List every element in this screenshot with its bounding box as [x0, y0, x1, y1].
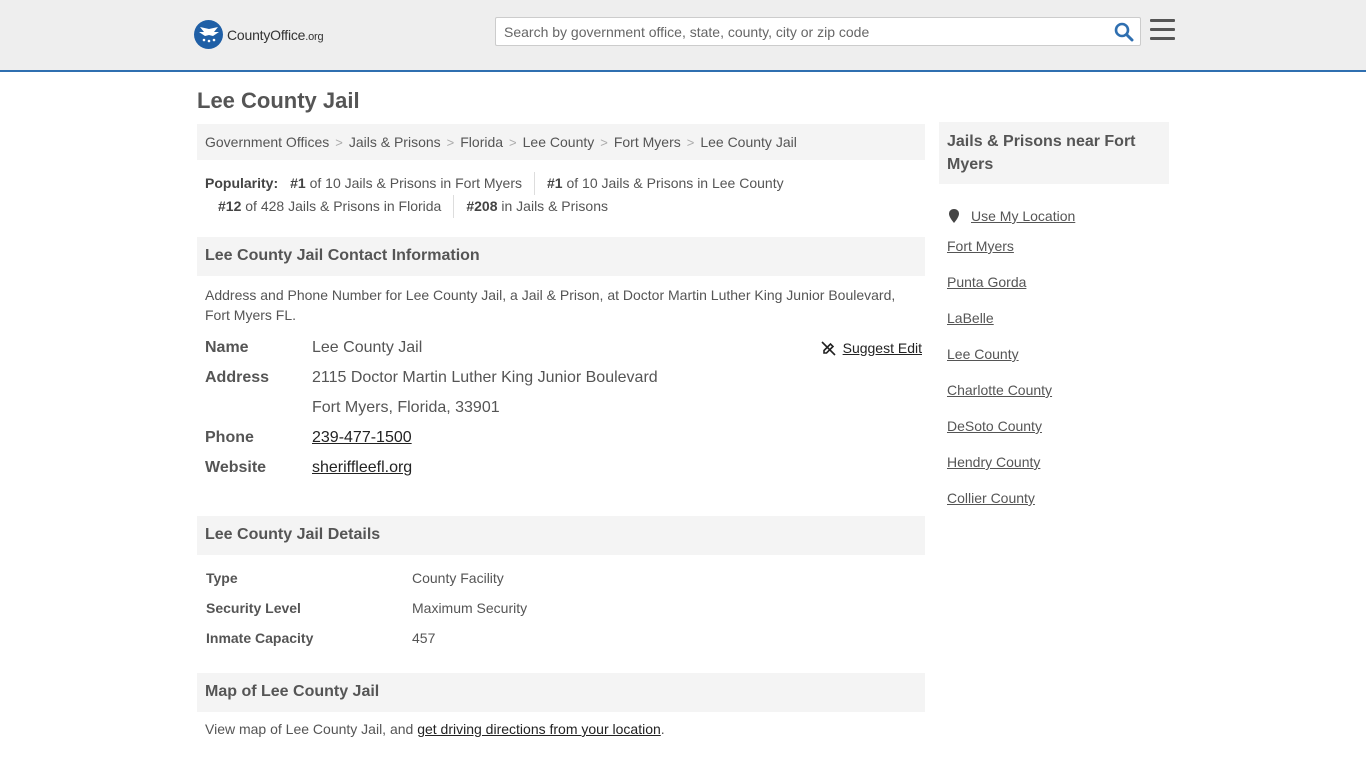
sidebar-item: Lee County	[947, 342, 1169, 378]
details-row: Type County Facility	[205, 566, 925, 596]
breadcrumb-florida[interactable]: Florida	[460, 134, 503, 150]
use-my-location-link[interactable]: Use My Location	[971, 204, 1075, 228]
contact-row-phone: Phone 239-477-1500	[205, 426, 925, 456]
popularity-item: #1 of 10 Jails & Prisons in Fort Myers	[290, 175, 522, 191]
details-row: Security Level Maximum Security	[205, 596, 925, 626]
suggest-edit-link[interactable]: Suggest Edit	[843, 336, 922, 360]
logo-text: CountyOffice.org	[227, 26, 324, 43]
sidebar-item: Punta Gorda	[947, 270, 1169, 306]
suggest-edit-button[interactable]: Suggest Edit	[821, 336, 922, 360]
popularity-item: #12 of 428 Jails & Prisons in Florida	[218, 198, 442, 214]
chevron-right-icon: >	[686, 135, 695, 150]
detail-label: Type	[206, 570, 238, 586]
sidebar-link-fort-myers[interactable]: Fort Myers	[947, 238, 1014, 254]
driving-directions-link[interactable]: get driving directions from your locatio…	[417, 721, 661, 737]
popularity-item: #1 of 10 Jails & Prisons in Lee County	[534, 172, 796, 195]
map-description: View map of Lee County Jail, and get dri…	[205, 721, 665, 737]
chevron-right-icon: >	[600, 135, 608, 150]
sidebar-link-labelle[interactable]: LaBelle	[947, 310, 994, 326]
address-line1: 2115 Doctor Martin Luther King Junior Bo…	[312, 369, 658, 386]
contact-row-name: Name Lee County Jail Suggest Edit	[205, 336, 925, 366]
chevron-right-icon: >	[446, 135, 455, 150]
search-input[interactable]	[496, 18, 1096, 45]
sidebar-item: Hendry County	[947, 450, 1169, 486]
address-line2: Fort Myers, Florida, 33901	[312, 399, 500, 416]
search-icon[interactable]	[1114, 22, 1134, 42]
contact-row-address2: Fort Myers, Florida, 33901	[205, 396, 925, 426]
website-link[interactable]: sheriffleefl.org	[312, 459, 412, 476]
contact-heading: Lee County Jail Contact Information	[197, 237, 925, 276]
sidebar-link-charlotte-county[interactable]: Charlotte County	[947, 382, 1052, 398]
detail-label: Inmate Capacity	[206, 630, 314, 646]
breadcrumb-current: Lee County Jail	[700, 134, 797, 150]
contact-row-address: Address 2115 Doctor Martin Luther King J…	[205, 366, 925, 396]
breadcrumb-fort-myers[interactable]: Fort Myers	[614, 134, 681, 150]
logo-text-main: CountyOffice	[227, 26, 306, 43]
search-box	[495, 17, 1141, 46]
contact-info: Name Lee County Jail Suggest Edit Addres…	[205, 336, 925, 486]
sidebar-link-collier-county[interactable]: Collier County	[947, 490, 1035, 506]
address-label: Address	[205, 369, 270, 386]
sidebar-heading: Jails & Prisons near Fort Myers	[939, 122, 1169, 184]
breadcrumb-lee-county[interactable]: Lee County	[523, 134, 595, 150]
sidebar-item: Charlotte County	[947, 378, 1169, 414]
edit-off-icon	[821, 340, 836, 356]
sidebar-link-desoto-county[interactable]: DeSoto County	[947, 418, 1042, 434]
sidebar-link-hendry-county[interactable]: Hendry County	[947, 454, 1040, 470]
popularity-row: Popularity: #1 of 10 Jails & Prisons in …	[205, 172, 925, 195]
details-table: Type County Facility Security Level Maxi…	[205, 566, 925, 656]
breadcrumb-jails-prisons[interactable]: Jails & Prisons	[349, 134, 441, 150]
contact-description: Address and Phone Number for Lee County …	[205, 287, 896, 323]
top-header: CountyOffice.org	[0, 0, 1366, 72]
breadcrumb-government-offices[interactable]: Government Offices	[205, 134, 329, 150]
chevron-right-icon: >	[509, 135, 517, 150]
map-pin-icon	[949, 209, 959, 223]
page-title: Lee County Jail	[197, 88, 360, 113]
popularity-section: Popularity: #1 of 10 Jails & Prisons in …	[205, 172, 925, 218]
logo-eagle-icon	[194, 20, 223, 49]
website-label: Website	[205, 459, 267, 476]
sidebar-link-lee-county[interactable]: Lee County	[947, 346, 1019, 362]
contact-row-website: Website sheriffleefl.org	[205, 456, 925, 486]
detail-value: Maximum Security	[412, 600, 528, 616]
phone-link[interactable]: 239-477-1500	[312, 429, 412, 446]
sidebar-item: Fort Myers	[947, 234, 1169, 270]
popularity-row: #12 of 428 Jails & Prisons in Florida #2…	[205, 195, 925, 218]
details-row: Inmate Capacity 457	[205, 626, 925, 656]
phone-label: Phone	[205, 429, 254, 446]
breadcrumb: Government Offices > Jails & Prisons > Flori…	[197, 124, 925, 160]
detail-value: County Facility	[412, 570, 504, 586]
detail-label: Security Level	[206, 600, 301, 616]
sidebar-item: DeSoto County	[947, 414, 1169, 450]
sidebar-list: Use My Location Fort Myers Punta Gorda L…	[947, 198, 1169, 522]
sidebar-link-punta-gorda[interactable]: Punta Gorda	[947, 274, 1026, 290]
hamburger-menu-icon[interactable]	[1150, 19, 1175, 41]
name-value: Lee County Jail	[312, 339, 423, 356]
sidebar-item: LaBelle	[947, 306, 1169, 342]
sidebar-item: Collier County	[947, 486, 1169, 522]
name-label: Name	[205, 339, 249, 356]
details-heading: Lee County Jail Details	[197, 516, 925, 555]
chevron-right-icon: >	[335, 135, 343, 150]
sidebar-item-use-location: Use My Location	[947, 198, 1169, 234]
site-logo[interactable]: CountyOffice.org	[194, 20, 324, 49]
logo-text-domain: .org	[305, 30, 324, 43]
popularity-label: Popularity:	[205, 175, 279, 191]
popularity-item: #208 in Jails & Prisons	[453, 195, 620, 218]
detail-value: 457	[412, 630, 436, 646]
map-heading: Map of Lee County Jail	[197, 673, 925, 712]
